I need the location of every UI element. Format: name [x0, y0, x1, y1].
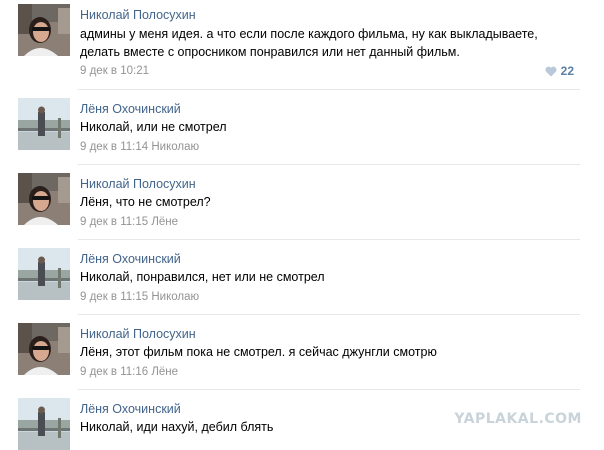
- comment-item: Лёня Охочинский Николай, или не смотрел …: [0, 90, 604, 165]
- comment-item: Николай Полосухин Лёня, что не смотрел? …: [0, 165, 604, 240]
- comment-date[interactable]: 9 дек в 11:15: [80, 216, 148, 228]
- comment-text: админы у меня идея. а что если после каж…: [80, 27, 538, 59]
- avatar[interactable]: [18, 323, 70, 375]
- comment-date[interactable]: 9 дек в 10:21: [80, 65, 149, 77]
- author-name[interactable]: Лёня Охочинский: [80, 102, 181, 116]
- comment-meta: 9 дек в 11:16 Лёне: [80, 366, 178, 378]
- woman-avatar-image: [18, 173, 70, 225]
- author-name[interactable]: Лёня Охочинский: [80, 402, 181, 416]
- comment-meta: 9 дек в 11:15 Николаю: [80, 291, 199, 303]
- reply-to-link[interactable]: Лёне: [151, 366, 178, 378]
- comment-date[interactable]: 9 дек в 11:14: [80, 141, 148, 153]
- comment-item: Николай Полосухин админы у меня идея. а …: [0, 0, 604, 90]
- avatar[interactable]: [18, 248, 70, 300]
- comment-text: Лёня, что не смотрел?: [80, 195, 211, 209]
- comment-thread: Николай Полосухин админы у меня идея. а …: [0, 0, 604, 450]
- reply-to-link[interactable]: Николаю: [151, 141, 199, 153]
- comment-item: Лёня Охочинский Николай, понравился, нет…: [0, 240, 604, 315]
- reply-to-link[interactable]: Лёне: [151, 216, 178, 228]
- avatar[interactable]: [18, 398, 70, 450]
- site-watermark: YAPLAKAL.COM: [454, 411, 582, 427]
- woman-avatar-image: [18, 323, 70, 375]
- man-avatar-image: [18, 248, 70, 300]
- author-name[interactable]: Николай Полосухин: [80, 327, 196, 341]
- man-avatar-image: [18, 98, 70, 150]
- like-count: 22: [560, 64, 574, 78]
- comment-meta: 9 дек в 11:15 Лёне: [80, 216, 178, 228]
- comment-meta: 9 дек в 11:14 Николаю: [80, 141, 199, 153]
- comment-text: Николай, понравился, нет или не смотрел: [80, 270, 325, 284]
- avatar[interactable]: [18, 98, 70, 150]
- avatar[interactable]: [18, 4, 70, 56]
- comment-date[interactable]: 9 дек в 11:15: [80, 291, 148, 303]
- heart-icon: [545, 66, 557, 77]
- reply-to-link[interactable]: Николаю: [151, 291, 199, 303]
- comment-date[interactable]: 9 дек в 11:16: [80, 366, 148, 378]
- man-avatar-image: [18, 398, 70, 450]
- comment-text: Лёня, этот фильм пока не смотрел. я сейч…: [80, 345, 437, 359]
- comment-meta: 9 дек в 10:21: [80, 65, 149, 77]
- comment-text: Николай, или не смотрел: [80, 120, 227, 134]
- author-name[interactable]: Николай Полосухин: [80, 177, 196, 191]
- comment-item: Николай Полосухин Лёня, этот фильм пока …: [0, 315, 604, 390]
- avatar[interactable]: [18, 173, 70, 225]
- like-button[interactable]: 22: [545, 64, 574, 78]
- author-name[interactable]: Николай Полосухин: [80, 8, 196, 22]
- author-name[interactable]: Лёня Охочинский: [80, 252, 181, 266]
- woman-avatar-image: [18, 4, 70, 56]
